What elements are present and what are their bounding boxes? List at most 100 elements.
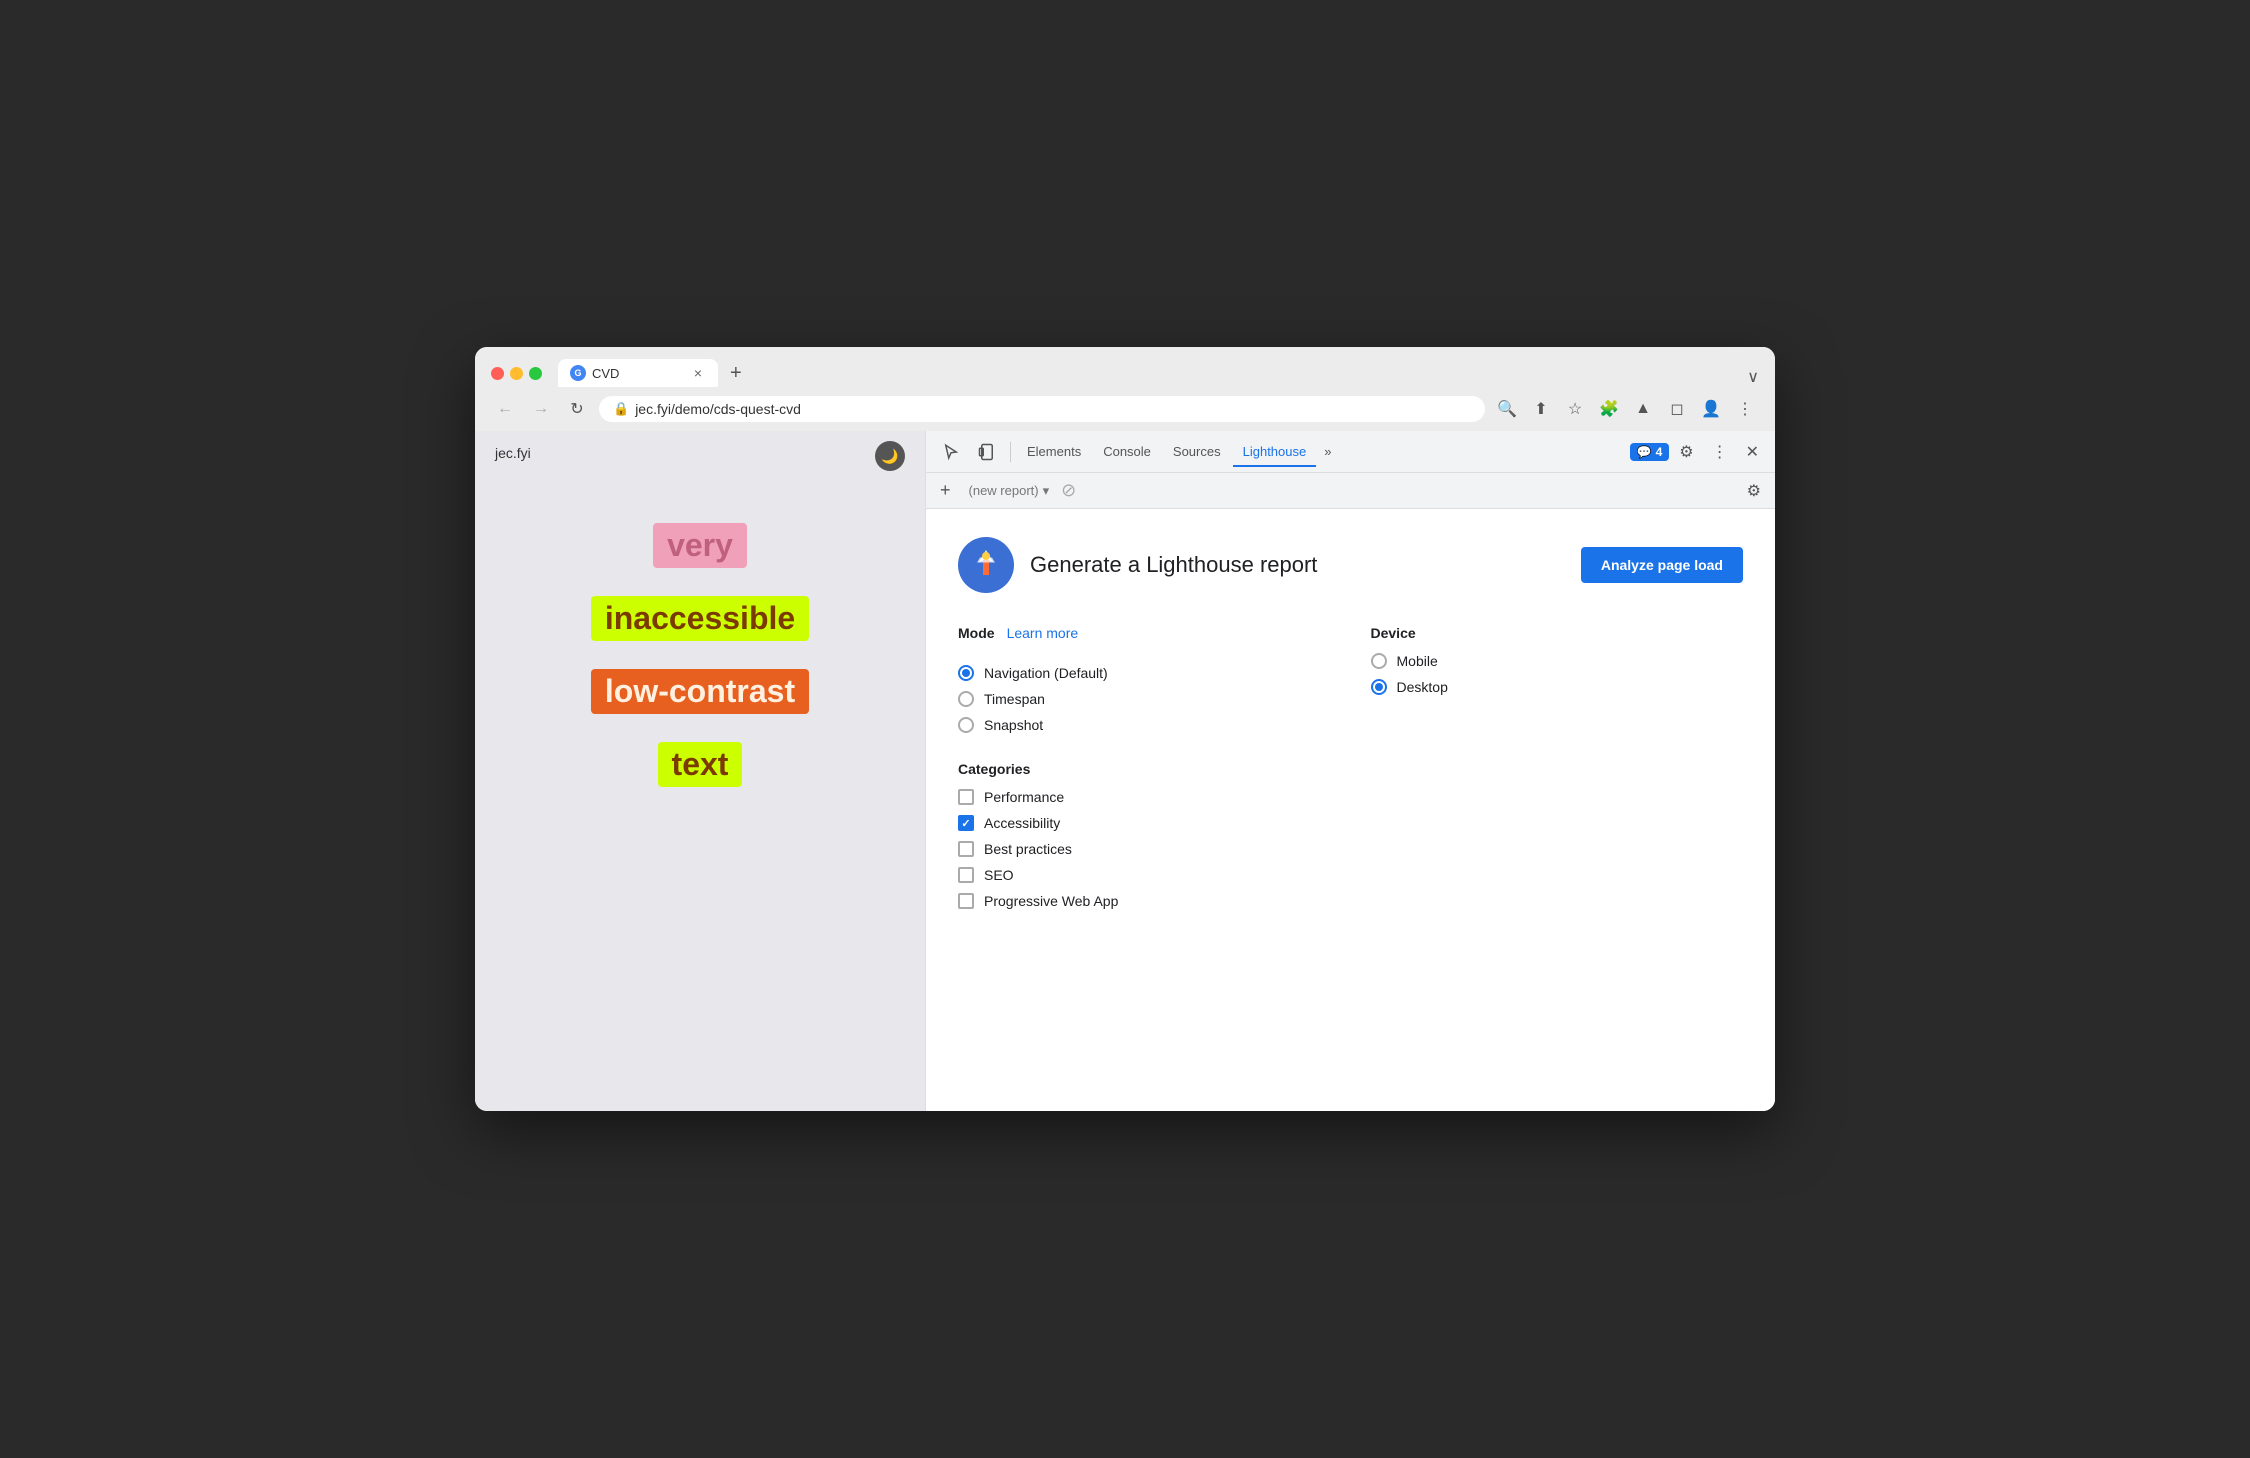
feedback-icon: 💬 (1637, 445, 1652, 459)
extensions-icon[interactable]: 🧩 (1595, 395, 1623, 423)
back-button[interactable]: ← (491, 395, 519, 423)
report-dropdown-icon: ▾ (1043, 483, 1050, 499)
lock-icon: 🔒 (613, 401, 629, 417)
more-tabs-icon[interactable]: » (1318, 438, 1337, 465)
site-name: jec.fyi (495, 445, 531, 461)
category-pwa[interactable]: Progressive Web App (958, 893, 1743, 909)
category-best-practices-checkbox[interactable] (958, 841, 974, 857)
category-pwa-checkbox[interactable] (958, 893, 974, 909)
feedback-badge[interactable]: 💬 4 (1630, 443, 1670, 461)
sidebar-icon[interactable]: ◻ (1663, 395, 1691, 423)
report-selector[interactable]: (new report) ▾ (961, 479, 1058, 503)
close-traffic-light[interactable] (491, 367, 504, 380)
mode-timespan[interactable]: Timespan (958, 691, 1331, 707)
new-tab-button[interactable]: + (722, 359, 750, 387)
forward-button[interactable]: → (527, 395, 555, 423)
inspect-element-icon[interactable] (934, 437, 968, 467)
traffic-lights (491, 367, 542, 380)
mode-label: Mode (958, 625, 995, 641)
tab-favicon: G (570, 365, 586, 381)
device-desktop-radio[interactable] (1371, 679, 1387, 695)
active-tab[interactable]: G CVD × (558, 359, 718, 387)
new-report-add-button[interactable]: + (934, 476, 957, 505)
device-mobile-radio[interactable] (1371, 653, 1387, 669)
mode-snapshot[interactable]: Snapshot (958, 717, 1331, 733)
category-seo[interactable]: SEO (958, 867, 1743, 883)
mode-snapshot-radio[interactable] (958, 717, 974, 733)
tab-chevron-icon[interactable]: ∨ (1747, 367, 1759, 387)
settings-button[interactable]: ⚙ (1671, 436, 1701, 468)
block-icon: ⊘ (1061, 480, 1076, 501)
tab-close-button[interactable]: × (690, 365, 706, 381)
profile-icon-1[interactable]: ▲ (1629, 395, 1657, 423)
mode-navigation-label: Navigation (Default) (984, 665, 1108, 681)
mode-navigation[interactable]: Navigation (Default) (958, 665, 1331, 681)
search-icon[interactable]: 🔍 (1493, 395, 1521, 423)
categories-label: Categories (958, 761, 1743, 777)
category-seo-label: SEO (984, 867, 1014, 883)
mode-device-section: Mode Learn more Navigation (Default) Tim… (958, 625, 1743, 733)
word-inaccessible: inaccessible (591, 596, 809, 641)
device-mobile-label: Mobile (1397, 653, 1438, 669)
devtools-separator (1010, 442, 1011, 462)
category-performance[interactable]: Performance (958, 789, 1743, 805)
device-radio-group: Mobile Desktop (1371, 653, 1744, 695)
tab-lighthouse[interactable]: Lighthouse (1233, 436, 1317, 467)
tab-bar: G CVD × + ∨ (558, 359, 1759, 387)
mode-timespan-label: Timespan (984, 691, 1045, 707)
minimize-traffic-light[interactable] (510, 367, 523, 380)
category-performance-checkbox[interactable] (958, 789, 974, 805)
categories-section: Categories Performance Accessibility (958, 761, 1743, 909)
more-options-button[interactable]: ⋮ (1704, 436, 1736, 468)
content-area: jec.fyi 🌙 very inaccessible low-contrast… (475, 431, 1775, 1111)
mode-navigation-radio[interactable] (958, 665, 974, 681)
category-best-practices-label: Best practices (984, 841, 1072, 857)
category-accessibility[interactable]: Accessibility (958, 815, 1743, 831)
tab-sources[interactable]: Sources (1163, 436, 1231, 467)
tab-console[interactable]: Console (1093, 436, 1161, 467)
lighthouse-header: Generate a Lighthouse report Analyze pag… (958, 537, 1743, 593)
lighthouse-title: Generate a Lighthouse report (1030, 552, 1565, 578)
tab-title: CVD (592, 366, 619, 381)
url-text: jec.fyi/demo/cds-quest-cvd (635, 401, 1471, 417)
category-seo-checkbox[interactable] (958, 867, 974, 883)
devtools-tab-bar: Elements Console Sources Lighthouse » 💬 … (926, 431, 1775, 473)
bookmark-icon[interactable]: ☆ (1561, 395, 1589, 423)
feedback-count: 4 (1656, 445, 1663, 459)
category-accessibility-label: Accessibility (984, 815, 1060, 831)
secondary-settings-button[interactable]: ⚙ (1741, 477, 1767, 505)
refresh-button[interactable]: ↻ (563, 395, 591, 423)
device-label: Device (1371, 625, 1744, 641)
learn-more-link[interactable]: Learn more (1007, 625, 1079, 641)
category-best-practices[interactable]: Best practices (958, 841, 1743, 857)
mode-header: Mode Learn more (958, 625, 1331, 653)
profile-icon[interactable]: 👤 (1697, 395, 1725, 423)
maximize-traffic-light[interactable] (529, 367, 542, 380)
word-very: very (653, 523, 747, 568)
category-pwa-label: Progressive Web App (984, 893, 1118, 909)
url-bar[interactable]: 🔒 jec.fyi/demo/cds-quest-cvd (599, 396, 1485, 422)
share-icon[interactable]: ⬆ (1527, 395, 1555, 423)
darkmode-toggle[interactable]: 🌙 (875, 441, 905, 471)
device-column: Device Mobile Desktop (1371, 625, 1744, 733)
close-devtools-button[interactable]: ✕ (1738, 436, 1767, 468)
devtools-secondary-bar: + (new report) ▾ ⊘ ⚙ (926, 473, 1775, 509)
report-placeholder: (new report) (969, 483, 1039, 498)
mode-timespan-radio[interactable] (958, 691, 974, 707)
categories-checkbox-group: Performance Accessibility Best practices (958, 789, 1743, 909)
category-accessibility-checkbox[interactable] (958, 815, 974, 831)
category-performance-label: Performance (984, 789, 1064, 805)
toolbar-right: 🔍 ⬆ ☆ 🧩 ▲ ◻ 👤 ⋮ (1493, 395, 1759, 423)
mode-snapshot-label: Snapshot (984, 717, 1043, 733)
device-mobile[interactable]: Mobile (1371, 653, 1744, 669)
devtools-right-actions: 💬 4 ⚙ ⋮ ✕ (1630, 436, 1767, 468)
device-toolbar-icon[interactable] (970, 437, 1004, 467)
devtools-panel: Elements Console Sources Lighthouse » 💬 … (925, 431, 1775, 1111)
device-desktop[interactable]: Desktop (1371, 679, 1744, 695)
analyze-page-load-button[interactable]: Analyze page load (1581, 547, 1743, 583)
address-bar: ← → ↻ 🔒 jec.fyi/demo/cds-quest-cvd 🔍 ⬆ ☆… (475, 387, 1775, 431)
menu-icon[interactable]: ⋮ (1731, 395, 1759, 423)
tab-elements[interactable]: Elements (1017, 436, 1091, 467)
word-low-contrast: low-contrast (591, 669, 809, 714)
lighthouse-logo (958, 537, 1014, 593)
